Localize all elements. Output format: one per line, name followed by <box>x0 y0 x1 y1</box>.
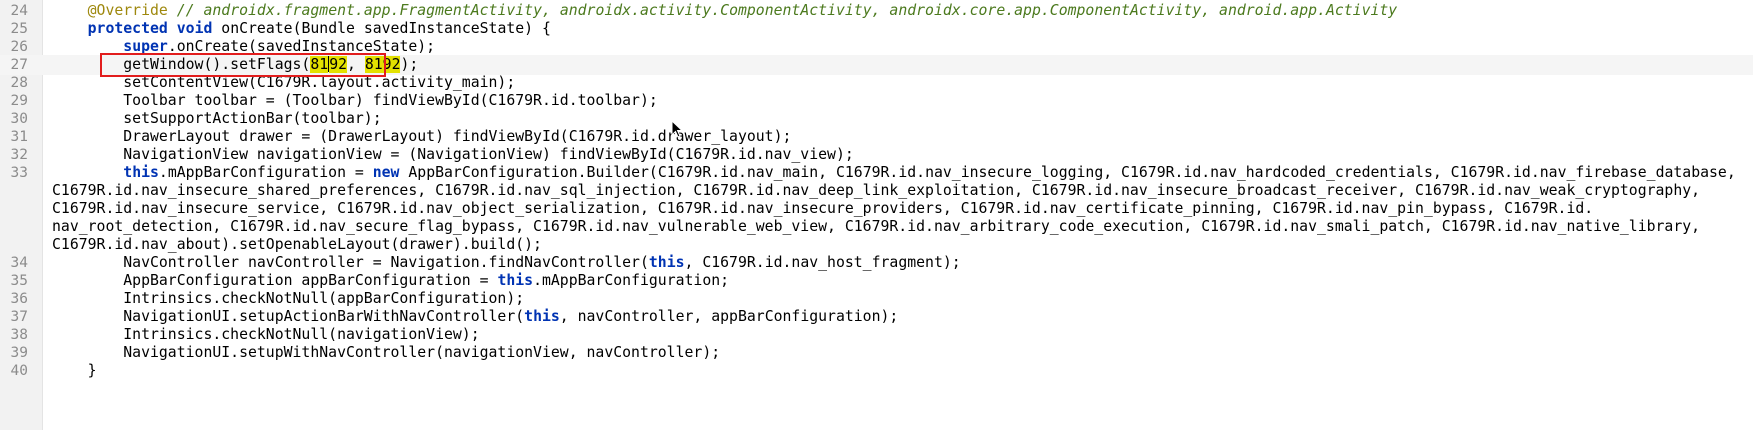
line-number: 38 <box>10 327 28 343</box>
code-line[interactable]: 36 Intrinsics.checkNotNull(appBarConfigu… <box>0 289 1753 309</box>
code-text[interactable]: C1679R.id.nav_about).setOpenableLayout(d… <box>52 235 542 255</box>
code-text[interactable]: NavController navController = Navigation… <box>52 253 961 273</box>
code-text[interactable]: @Override // androidx.fragment.app.Fragm… <box>52 1 1398 21</box>
code-line[interactable]: 30 setSupportActionBar(toolbar); <box>0 109 1753 129</box>
code-text[interactable]: nav_root_detection, C1679R.id.nav_secure… <box>52 217 1700 237</box>
code-line[interactable]: 38 Intrinsics.checkNotNull(navigationVie… <box>0 325 1753 345</box>
code-token: setSupportActionBar(toolbar); <box>52 110 382 127</box>
code-token: this <box>524 308 560 325</box>
line-number: 24 <box>10 3 28 19</box>
code-token: NavController navController = Navigation… <box>52 254 649 271</box>
code-token: C1679R.id.nav_insecure_service, C1679R.i… <box>52 200 1594 217</box>
code-text[interactable]: NavigationUI.setupActionBarWithNavContro… <box>52 307 898 327</box>
code-token: this <box>123 164 159 181</box>
code-token: .mAppBarConfiguration = <box>158 164 373 181</box>
code-text[interactable]: NavigationView navigationView = (Navigat… <box>52 145 854 165</box>
code-line[interactable]: 32 NavigationView navigationView = (Navi… <box>0 145 1753 165</box>
code-line[interactable]: 25 protected void onCreate(Bundle savedI… <box>0 19 1753 39</box>
line-number: 30 <box>10 111 28 127</box>
line-number: 25 <box>10 21 28 37</box>
code-token: AppBarConfiguration.Builder(C1679R.id.na… <box>399 164 1736 181</box>
code-token: C1679R.id.nav_insecure_shared_preference… <box>52 182 1701 199</box>
code-token: Intrinsics.checkNotNull(navigationView); <box>52 326 480 343</box>
code-text[interactable]: Intrinsics.checkNotNull(navigationView); <box>52 325 480 345</box>
code-text[interactable]: this.mAppBarConfiguration = new AppBarCo… <box>52 163 1736 183</box>
code-token: C1679R.id.nav_about).setOpenableLayout(d… <box>52 236 542 253</box>
code-token: , navController, appBarConfiguration); <box>559 308 899 325</box>
code-token: Toolbar toolbar = (Toolbar) findViewById… <box>52 92 658 109</box>
code-token: new <box>372 164 400 181</box>
line-number: 31 <box>10 129 28 145</box>
code-line[interactable]: 33 this.mAppBarConfiguration = new AppBa… <box>0 163 1753 183</box>
code-token: .mAppBarConfiguration; <box>533 272 730 289</box>
code-line[interactable]: 37 NavigationUI.setupActionBarWithNavCon… <box>0 307 1753 327</box>
code-token: protected <box>87 20 168 37</box>
code-text[interactable]: Toolbar toolbar = (Toolbar) findViewById… <box>52 91 658 111</box>
code-token: AppBarConfiguration appBarConfiguration … <box>52 272 498 289</box>
code-token: NavigationUI.setupWithNavController(navi… <box>52 344 721 361</box>
code-token: this <box>497 272 534 289</box>
code-token: // androidx.fragment.app.FragmentActivit… <box>176 2 1398 19</box>
code-token: onCreate(Bundle savedInstanceState) { <box>212 20 551 37</box>
line-number: 34 <box>10 255 28 271</box>
code-token: ); <box>400 56 419 73</box>
code-token: @Override <box>87 2 168 19</box>
code-line[interactable]: nav_root_detection, C1679R.id.nav_secure… <box>0 217 1753 237</box>
code-line[interactable]: 29 Toolbar toolbar = (Toolbar) findViewB… <box>0 91 1753 111</box>
code-text[interactable]: setSupportActionBar(toolbar); <box>52 109 382 129</box>
mouse-pointer-icon <box>671 120 683 138</box>
line-number: 40 <box>10 363 28 379</box>
line-number: 33 <box>10 165 28 181</box>
code-text[interactable]: } <box>52 361 97 381</box>
line-number: 32 <box>10 147 28 163</box>
line-number: 28 <box>10 75 28 91</box>
line-number: 35 <box>10 273 28 289</box>
code-text[interactable]: AppBarConfiguration appBarConfiguration … <box>52 271 729 291</box>
code-text[interactable]: Intrinsics.checkNotNull(appBarConfigurat… <box>52 289 524 309</box>
code-token: nav_root_detection, C1679R.id.nav_secure… <box>52 218 1701 235</box>
code-text[interactable]: NavigationUI.setupWithNavController(navi… <box>52 343 720 363</box>
highlight-annotation-box <box>100 53 386 77</box>
code-line[interactable]: C1679R.id.nav_about).setOpenableLayout(d… <box>0 235 1753 255</box>
line-number: 37 <box>10 309 28 325</box>
code-text[interactable]: C1679R.id.nav_insecure_shared_preference… <box>52 181 1700 201</box>
code-line[interactable]: 35 AppBarConfiguration appBarConfigurati… <box>0 271 1753 291</box>
code-editor[interactable]: 24 @Override // androidx.fragment.app.Fr… <box>0 0 1753 430</box>
code-token: } <box>52 362 97 379</box>
code-line[interactable]: 34 NavController navController = Navigat… <box>0 253 1753 273</box>
line-number: 36 <box>10 291 28 307</box>
code-text[interactable]: C1679R.id.nav_insecure_service, C1679R.i… <box>52 199 1593 219</box>
code-token: , C1679R.id.nav_host_fragment); <box>684 254 961 271</box>
code-token: NavigationView navigationView = (Navigat… <box>52 146 854 163</box>
code-token: void <box>176 20 213 37</box>
line-number: 29 <box>10 93 28 109</box>
code-text[interactable]: protected void onCreate(Bundle savedInst… <box>52 19 551 39</box>
code-line[interactable]: 31 DrawerLayout drawer = (DrawerLayout) … <box>0 127 1753 147</box>
code-line[interactable]: 40 } <box>0 361 1753 381</box>
line-number: 39 <box>10 345 28 361</box>
line-number: 26 <box>10 39 28 55</box>
code-token: NavigationUI.setupActionBarWithNavContro… <box>52 308 525 325</box>
code-token: this <box>648 254 685 271</box>
code-line[interactable]: 24 @Override // androidx.fragment.app.Fr… <box>0 1 1753 21</box>
code-line[interactable]: C1679R.id.nav_insecure_service, C1679R.i… <box>0 199 1753 219</box>
line-number: 27 <box>10 57 28 73</box>
code-line[interactable]: 39 NavigationUI.setupWithNavController(n… <box>0 343 1753 363</box>
code-line[interactable]: C1679R.id.nav_insecure_shared_preference… <box>0 181 1753 201</box>
code-token: Intrinsics.checkNotNull(appBarConfigurat… <box>52 290 525 307</box>
